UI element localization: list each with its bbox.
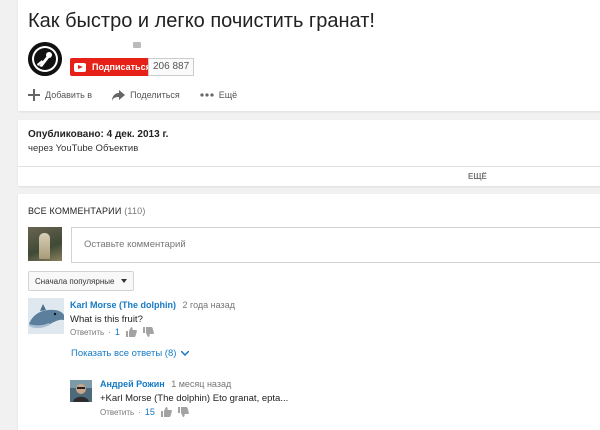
comments-card: ВСЕ КОММЕНТАРИИ (110) Сначала популярные… — [18, 194, 600, 430]
comment-author-line: Karl Morse (The dolphin) 2 года назад — [70, 300, 235, 310]
show-all-replies-button[interactable]: Показать все ответы (8) — [71, 348, 190, 359]
like-count: 1 — [114, 327, 120, 337]
comments-count: (110) — [124, 206, 146, 216]
reply-actions: Ответить · 15 — [100, 407, 195, 417]
subscribe-label: Подписаться — [92, 62, 151, 72]
sort-dropdown[interactable]: Сначала популярные — [28, 271, 135, 291]
add-to-button[interactable]: Добавить в — [28, 89, 92, 101]
channel-avatar[interactable] — [28, 42, 62, 76]
comments-heading: ВСЕ КОММЕНТАРИИ (110) — [28, 206, 146, 216]
show-replies-label: Показать все ответы (8) — [71, 348, 177, 359]
share-label: Поделиться — [130, 90, 180, 100]
comment-actions: Ответить · 1 — [70, 327, 160, 337]
separator-dot: · — [138, 407, 141, 417]
comment-input[interactable] — [82, 238, 566, 251]
more-button[interactable]: Ещё — [200, 90, 237, 100]
reply-button[interactable]: Ответить — [70, 328, 104, 337]
dolphin-avatar-icon — [28, 298, 64, 334]
reply-author-avatar[interactable] — [70, 380, 92, 402]
video-title: Как быстро и легко почистить гранат! — [28, 10, 375, 32]
description-card: Опубликовано: 4 дек. 2013 г. через YouTu… — [18, 120, 600, 186]
reply-timestamp[interactable]: 1 месяц назад — [171, 379, 231, 389]
published-via: через YouTube Объектив — [28, 143, 139, 154]
reply-text: +Karl Morse (The dolphin) Eto granat, ep… — [100, 393, 289, 404]
add-to-label: Добавить в — [45, 90, 93, 100]
description-divider — [18, 166, 600, 167]
like-count: 15 — [144, 407, 155, 417]
share-arrow-icon — [112, 89, 126, 101]
share-button[interactable]: Поделиться — [112, 89, 180, 101]
comment-timestamp[interactable]: 2 года назад — [183, 300, 235, 310]
more-dots-icon — [200, 93, 214, 97]
comment-author-name[interactable]: Karl Morse (The dolphin) — [70, 300, 176, 310]
thumbs-down-icon[interactable] — [177, 407, 189, 417]
plus-icon — [28, 89, 40, 101]
show-more-button[interactable]: ЕЩЁ — [468, 172, 487, 181]
subscribe-button[interactable]: Подписаться — [70, 58, 158, 76]
sort-label: Сначала популярные — [35, 276, 115, 286]
separator-dot: · — [108, 327, 111, 337]
reply-button[interactable]: Ответить — [100, 408, 134, 417]
dropdown-caret-icon — [121, 279, 128, 283]
reply-author-line: Андрей Рожин 1 месяц назад — [100, 379, 231, 389]
comment-text: What is this fruit? — [70, 314, 143, 325]
video-info-card: Как быстро и легко почистить гранат! Под… — [18, 0, 600, 111]
video-actions: Добавить в Поделиться Ещё — [28, 89, 257, 101]
youtube-logo-icon — [74, 62, 86, 72]
comments-heading-label: ВСЕ КОММЕНТАРИИ — [28, 206, 122, 216]
thumbs-down-icon[interactable] — [142, 327, 154, 337]
notification-icon[interactable] — [133, 42, 141, 48]
comment-author-avatar[interactable] — [28, 298, 64, 334]
current-user-avatar — [28, 227, 62, 261]
more-label: Ещё — [218, 90, 238, 100]
chevron-down-icon — [181, 351, 190, 356]
comment-input-box[interactable] — [71, 227, 600, 263]
user-photo-icon — [70, 380, 92, 402]
subscriber-count: 206 887 — [148, 58, 195, 76]
thumbs-up-icon[interactable] — [125, 327, 137, 337]
channel-logo-icon — [28, 42, 62, 76]
thumbs-up-icon[interactable] — [160, 407, 172, 417]
reply-author-name[interactable]: Андрей Рожин — [100, 379, 165, 389]
published-date: Опубликовано: 4 дек. 2013 г. — [28, 129, 169, 140]
